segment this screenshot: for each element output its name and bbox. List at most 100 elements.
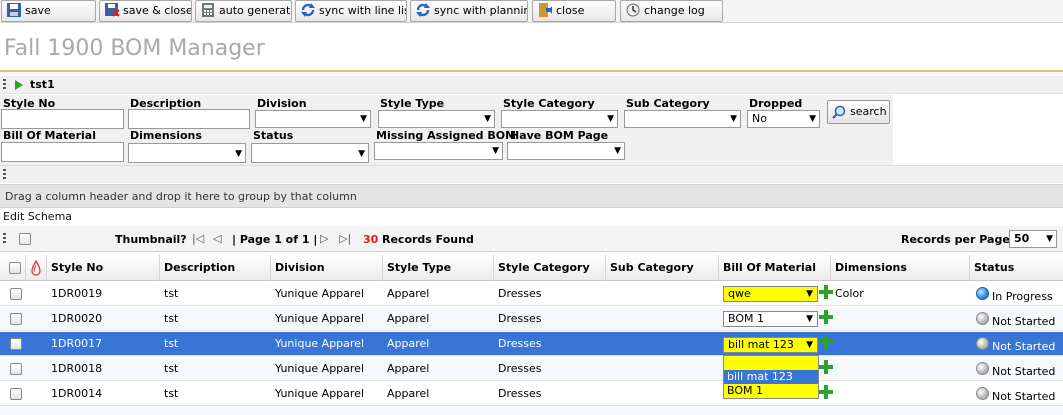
add-bom-icon[interactable] bbox=[819, 385, 833, 399]
cell-description: tst bbox=[164, 312, 179, 325]
division-select[interactable]: ▼ bbox=[255, 110, 371, 128]
bom-option-bill-mat-123[interactable]: bill mat 123 bbox=[724, 370, 818, 384]
table-row-selected[interactable]: 1DR0017 tst Yunique Apparel Apparel Dres… bbox=[0, 332, 1063, 356]
style-category-label: Style Category bbox=[503, 97, 595, 110]
change-log-button[interactable]: change log bbox=[620, 0, 723, 22]
bom-select[interactable]: qwe ▼ bbox=[723, 286, 818, 302]
group-by-area[interactable]: Drag a column header and drop it here to… bbox=[0, 184, 1063, 208]
save-and-close-button[interactable]: save & close bbox=[99, 0, 192, 22]
cell-description: tst bbox=[164, 387, 179, 400]
column-header-division[interactable]: Division bbox=[271, 255, 383, 281]
style-no-input[interactable] bbox=[1, 109, 124, 129]
have-bom-page-select[interactable]: ▼ bbox=[507, 142, 625, 160]
cell-style-category: Dresses bbox=[498, 387, 542, 400]
table-row[interactable]: 1DR0020 tst Yunique Apparel Apparel Dres… bbox=[0, 307, 1063, 331]
toolbar: save save & close auto generate sync wit… bbox=[0, 0, 1063, 23]
records-per-page-select[interactable]: 50 ▼ bbox=[1009, 230, 1057, 248]
cell-style-type: Apparel bbox=[387, 312, 430, 325]
cell-status: Not Started bbox=[992, 315, 1056, 328]
dimensions-label: Dimensions bbox=[130, 129, 202, 142]
status-select[interactable]: ▼ bbox=[251, 143, 369, 163]
dropped-label: Dropped bbox=[749, 97, 803, 110]
drag-grip-icon bbox=[3, 233, 6, 245]
bom-option-empty[interactable] bbox=[724, 356, 818, 370]
have-bom-page-label: Have BOM Page bbox=[510, 129, 609, 142]
cell-style-type: Apparel bbox=[387, 337, 430, 350]
cell-style-no: 1DR0020 bbox=[51, 312, 103, 325]
close-button[interactable]: close bbox=[532, 0, 616, 22]
column-header-dimensions[interactable]: Dimensions bbox=[831, 255, 970, 281]
chevron-down-icon: ▼ bbox=[809, 114, 816, 124]
missing-assigned-bom-select[interactable]: ▼ bbox=[374, 142, 503, 160]
cell-dimensions: Color bbox=[835, 287, 864, 300]
row-checkbox[interactable] bbox=[10, 363, 22, 375]
thumbnail-toggle[interactable]: Thumbnail? bbox=[115, 233, 187, 246]
sync-with-planning-button[interactable]: sync with planning bbox=[410, 0, 528, 22]
cell-division: Yunique Apparel bbox=[275, 362, 365, 375]
panel-splitter[interactable] bbox=[0, 165, 1063, 183]
add-bom-icon[interactable] bbox=[819, 310, 833, 324]
column-header-style-type[interactable]: Style Type bbox=[383, 255, 494, 281]
add-bom-icon[interactable] bbox=[819, 335, 833, 349]
last-page-icon[interactable]: ▷| bbox=[339, 232, 351, 245]
bom-select[interactable]: bill mat 123 ▼ bbox=[723, 337, 818, 353]
table-row[interactable] bbox=[0, 407, 1063, 415]
sync-icon bbox=[301, 3, 315, 17]
cell-description: tst bbox=[164, 337, 179, 350]
column-header-sub-category[interactable]: Sub Category bbox=[606, 255, 719, 281]
cell-description: tst bbox=[164, 362, 179, 375]
sub-category-label: Sub Category bbox=[626, 97, 710, 110]
dropped-value: No bbox=[752, 112, 767, 125]
cell-style-category: Dresses bbox=[498, 337, 542, 350]
drag-grip-icon bbox=[3, 169, 6, 181]
first-page-icon[interactable]: |◁ bbox=[192, 232, 204, 245]
cell-style-category: Dresses bbox=[498, 287, 542, 300]
style-category-select[interactable]: ▼ bbox=[501, 110, 618, 128]
page-title: Fall 1900 BOM Manager bbox=[4, 36, 265, 61]
table-row[interactable]: 1DR0018 tst Yunique Apparel Apparel Dres… bbox=[0, 357, 1063, 381]
column-header-description[interactable]: Description bbox=[160, 255, 271, 281]
description-input[interactable] bbox=[128, 109, 250, 129]
row-checkbox[interactable] bbox=[10, 288, 22, 300]
style-type-select[interactable]: ▼ bbox=[378, 110, 495, 128]
auto-generate-button[interactable]: auto generate bbox=[195, 0, 292, 22]
cell-style-no: 1DR0018 bbox=[51, 362, 103, 375]
chevron-down-icon: ▼ bbox=[235, 149, 242, 159]
edit-schema-link[interactable]: Edit Schema bbox=[3, 210, 72, 223]
cell-division: Yunique Apparel bbox=[275, 312, 365, 325]
select-all-checkbox[interactable] bbox=[19, 233, 31, 245]
chevron-down-icon: ▼ bbox=[484, 114, 491, 124]
row-checkbox[interactable] bbox=[10, 313, 22, 325]
drag-grip-icon bbox=[3, 79, 6, 91]
dimensions-select[interactable]: ▼ bbox=[128, 143, 246, 163]
title-divider bbox=[0, 70, 1063, 72]
search-button[interactable]: search bbox=[827, 100, 890, 124]
bom-option-bom-1[interactable]: BOM 1 bbox=[724, 384, 818, 398]
table-row[interactable]: 1DR0019 tst Yunique Apparel Apparel Dres… bbox=[0, 282, 1063, 306]
row-checkbox[interactable] bbox=[10, 388, 22, 400]
bom-dropdown-list: bill mat 123 BOM 1 bbox=[723, 355, 819, 399]
cell-style-type: Apparel bbox=[387, 287, 430, 300]
search-panel-header[interactable]: tst1 bbox=[0, 76, 1063, 94]
header-select-all-checkbox[interactable] bbox=[9, 262, 21, 274]
next-page-icon[interactable]: ▷ bbox=[320, 232, 328, 245]
missing-assigned-bom-label: Missing Assigned BOM bbox=[376, 129, 517, 142]
cell-style-no: 1DR0019 bbox=[51, 287, 103, 300]
bom-select[interactable]: BOM 1 ▼ bbox=[723, 311, 818, 327]
column-header-style-category[interactable]: Style Category bbox=[494, 255, 606, 281]
prev-page-icon[interactable]: ◁ bbox=[213, 232, 221, 245]
column-header-style-no[interactable]: Style No bbox=[47, 255, 160, 281]
column-header-status[interactable]: Status bbox=[970, 255, 1063, 281]
save-button[interactable]: save bbox=[1, 0, 96, 22]
dropped-select[interactable]: No ▼ bbox=[747, 110, 820, 128]
bill-of-material-input[interactable] bbox=[1, 142, 124, 162]
column-header-bill-of-material[interactable]: Bill Of Material bbox=[719, 255, 831, 281]
add-bom-icon[interactable] bbox=[819, 360, 833, 374]
row-checkbox[interactable] bbox=[10, 338, 22, 350]
cell-status: Not Started bbox=[992, 365, 1056, 378]
sync-with-line-list-button[interactable]: sync with line list bbox=[295, 0, 407, 22]
cell-status: In Progress bbox=[992, 290, 1053, 303]
cell-status: Not Started bbox=[992, 390, 1056, 403]
sub-category-select[interactable]: ▼ bbox=[624, 110, 741, 128]
table-row[interactable]: 1DR0014 tst Yunique Apparel Apparel Dres… bbox=[0, 382, 1063, 406]
